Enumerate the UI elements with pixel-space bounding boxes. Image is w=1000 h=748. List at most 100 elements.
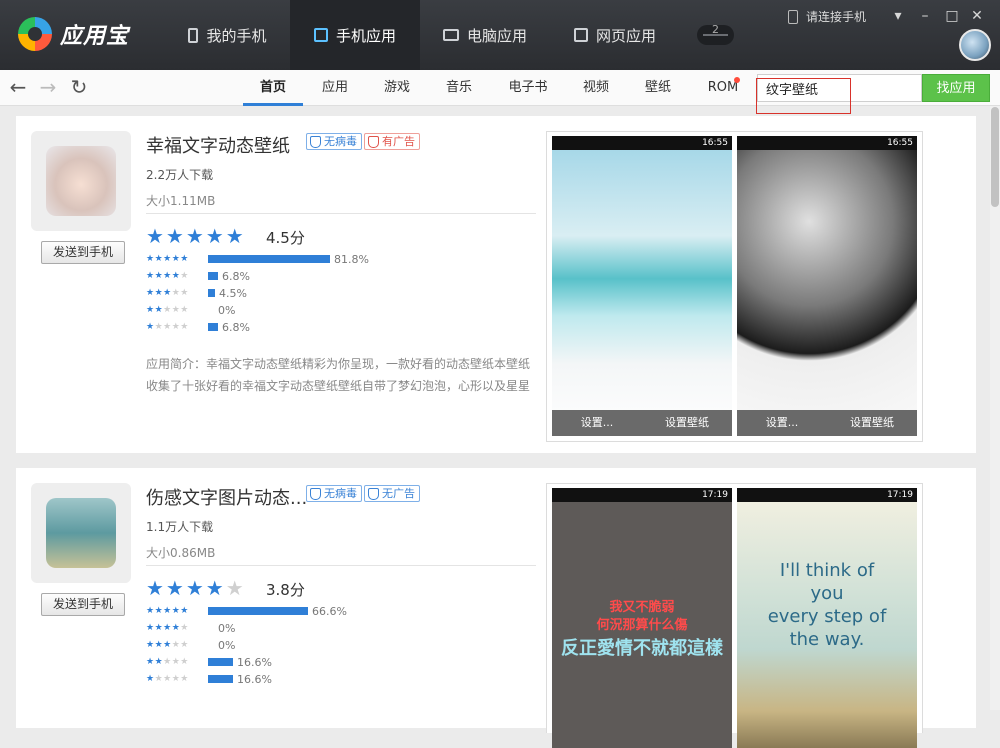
overlay-line: every step of <box>767 606 887 627</box>
status-time: 17:19 <box>552 488 732 502</box>
phone-icon <box>188 27 199 43</box>
category-apps[interactable]: 应用 <box>310 70 360 106</box>
close-icon[interactable]: ✕ <box>968 8 986 24</box>
virus-free-badge: 无病毒 <box>306 133 362 150</box>
category-rom[interactable]: ROM <box>698 70 748 106</box>
app-description: 应用简介：幸福文字动态壁纸精彩为你呈现，一款好看的动态壁纸本壁纸收集了十张好看的… <box>146 357 531 393</box>
tab-label: 手机应用 <box>335 26 396 45</box>
rating-row-2: ★★★★★ 0% <box>146 303 236 317</box>
search-input[interactable] <box>757 74 922 102</box>
category-wallpapers[interactable]: 壁纸 <box>633 70 683 106</box>
set-wallpaper-label[interactable]: 设置壁纸 <box>827 410 917 436</box>
refresh-icon[interactable]: ↻ <box>68 76 90 98</box>
overlay-line: the way. <box>789 629 865 650</box>
divider <box>146 565 536 566</box>
rating-stars: ★★★★★ <box>146 224 246 248</box>
category-videos[interactable]: 视频 <box>571 70 621 106</box>
screenshot-actions: 设置... 设置壁纸 <box>552 410 732 436</box>
top-bar: 应用宝 我的手机 手机应用 电脑应用 网页应用 2 请连接手机 ▾ – □ ✕ <box>0 0 1000 70</box>
app-icon[interactable] <box>31 131 131 231</box>
rating-percent: 0% <box>218 621 236 635</box>
status-time: 16:55 <box>737 136 917 150</box>
status-time: 17:19 <box>737 488 917 502</box>
connect-phone-button[interactable]: 请连接手机 <box>788 8 866 25</box>
app-card: 发送到手机 伤感文字图片动态... 无病毒 无广告 1.1万人下载 大小0.86… <box>16 468 976 748</box>
send-to-phone-button[interactable]: 发送到手机 <box>41 241 125 264</box>
monitor-icon <box>442 29 459 41</box>
app-name: 应用宝 <box>60 24 130 49</box>
rating-percent: 6.8% <box>222 320 250 334</box>
tab-phone-apps[interactable]: 手机应用 <box>290 0 420 70</box>
rating-percent: 0% <box>218 303 236 317</box>
scrollbar-thumb[interactable] <box>991 107 999 207</box>
rating-bar <box>208 607 308 615</box>
screenshot[interactable]: 17:19 I'll think of you every step of th… <box>737 488 917 748</box>
rating-bar <box>208 289 215 297</box>
app-icon[interactable] <box>31 483 131 583</box>
webpage-icon <box>573 28 588 42</box>
tab-label: 我的手机 <box>206 26 267 45</box>
send-to-phone-button[interactable]: 发送到手机 <box>41 593 125 616</box>
category-ebooks[interactable]: 电子书 <box>503 70 553 106</box>
rating-row-2: ★★★★★ 16.6% <box>146 655 272 669</box>
overlay-line: 何況那算什么傷 <box>596 618 688 633</box>
tab-web-apps[interactable]: 网页应用 <box>550 0 680 70</box>
rating-bar <box>208 323 218 331</box>
rating-row-5: ★★★★★ 81.8% <box>146 252 369 266</box>
logo-icon <box>18 17 52 51</box>
app-size: 大小0.86MB <box>146 546 216 560</box>
maximize-icon[interactable]: □ <box>943 8 961 24</box>
app-title[interactable]: 幸福文字动态壁纸 <box>146 132 290 158</box>
tab-my-phone[interactable]: 我的手机 <box>165 0 290 70</box>
rating-bar <box>208 255 330 263</box>
wallpaper-image <box>552 150 732 436</box>
rating-score: 3.8分 <box>266 581 305 599</box>
tab-label: 电脑应用 <box>466 26 527 45</box>
tab-label: 网页应用 <box>595 26 656 45</box>
rating-row-1: ★★★★★ 6.8% <box>146 320 250 334</box>
rating-row-4: ★★★★★ 6.8% <box>146 269 250 283</box>
avatar[interactable] <box>959 29 991 61</box>
rating-percent: 66.6% <box>312 604 347 618</box>
overlay-line: I'll think of <box>779 560 875 581</box>
overlay-line: 我又不脆弱 <box>609 600 675 615</box>
settings-label[interactable]: 设置... <box>737 410 827 436</box>
rating-percent: 16.6% <box>237 655 272 669</box>
overlay-line: 反正愛情不就都這樣 <box>561 638 723 659</box>
hands-heart-icon <box>46 146 116 216</box>
screenshot[interactable]: 17:19 我又不脆弱 何況那算什么傷 反正愛情不就都這樣 <box>552 488 732 748</box>
app-logo[interactable]: 应用宝 <box>18 17 129 51</box>
back-arrow-icon[interactable]: ← <box>7 76 29 98</box>
overlay-line: you <box>810 583 844 604</box>
connect-label: 请连接手机 <box>806 10 867 24</box>
category-games[interactable]: 游戏 <box>372 70 422 106</box>
screenshot[interactable]: 16:55 设置... 设置壁纸 <box>737 136 917 436</box>
no-ads-badge: 无广告 <box>364 485 420 502</box>
bag-icon <box>313 28 328 42</box>
menu-icon[interactable]: ▾ <box>889 8 907 24</box>
rating-bar <box>208 675 233 683</box>
rating-bar <box>208 658 233 666</box>
divider <box>146 213 536 214</box>
tab-pc-apps[interactable]: 电脑应用 <box>420 0 550 70</box>
category-home[interactable]: 首页 <box>243 70 303 106</box>
virus-free-badge: 无病毒 <box>306 485 362 502</box>
phone-icon <box>788 9 798 24</box>
rating-stars: ★★★★★ <box>146 576 246 600</box>
rating-row-4: ★★★★★ 0% <box>146 621 236 635</box>
forward-arrow-icon[interactable]: → <box>37 76 59 98</box>
download-manager-button[interactable]: 2 <box>697 23 734 45</box>
rating-percent: 6.8% <box>222 269 250 283</box>
settings-label[interactable]: 设置... <box>552 410 642 436</box>
search-button[interactable]: 找应用 <box>922 74 990 102</box>
category-music[interactable]: 音乐 <box>434 70 484 106</box>
download-count: 2 <box>712 23 719 36</box>
minimize-icon[interactable]: – <box>916 8 934 24</box>
app-title[interactable]: 伤感文字图片动态... <box>146 484 307 510</box>
rating-percent: 0% <box>218 638 236 652</box>
screenshot-gallery: 16:55 设置... 设置壁纸 16:55 设置... 设置壁纸 <box>546 131 923 442</box>
new-indicator-dot <box>734 77 740 83</box>
screenshot[interactable]: 16:55 设置... 设置壁纸 <box>552 136 732 436</box>
status-time: 16:55 <box>552 136 732 150</box>
set-wallpaper-label[interactable]: 设置壁纸 <box>642 410 732 436</box>
